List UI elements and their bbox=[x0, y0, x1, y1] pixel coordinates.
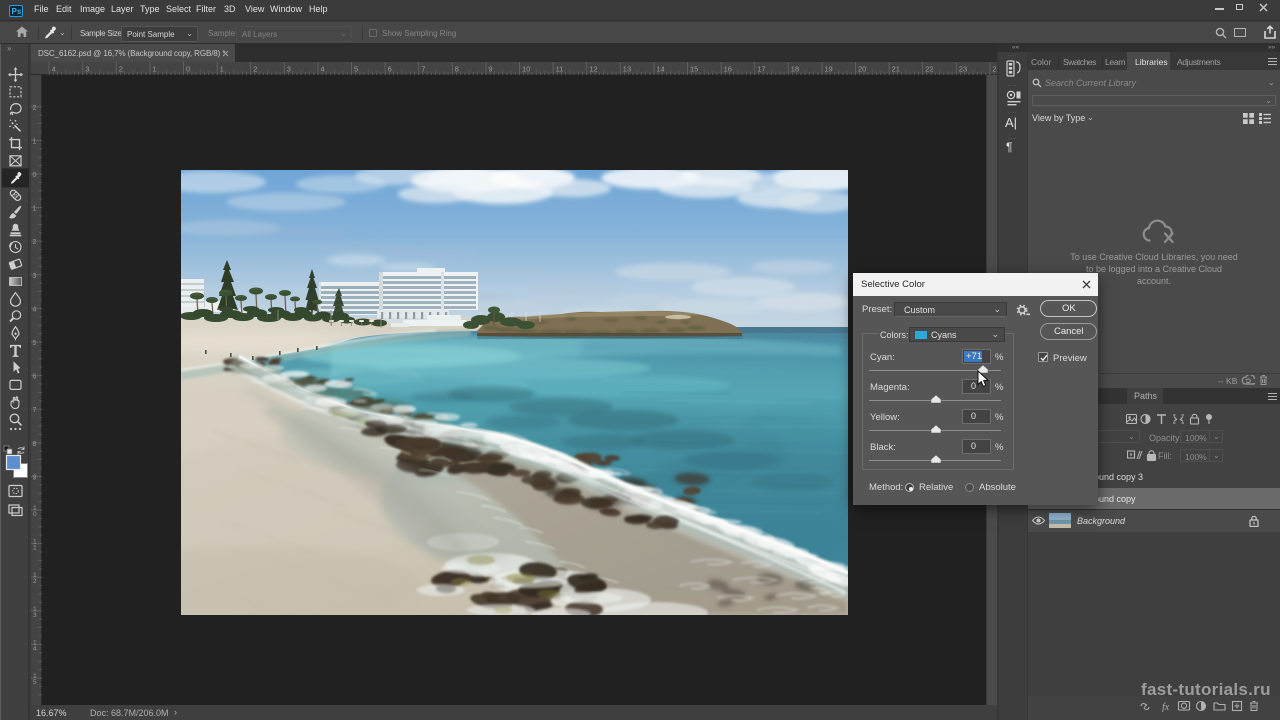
svg-text:2: 2 bbox=[33, 239, 37, 246]
svg-text:1: 1 bbox=[33, 138, 37, 145]
svg-text:0: 0 bbox=[33, 511, 37, 518]
svg-text:4: 4 bbox=[33, 645, 37, 652]
svg-text:fx: fx bbox=[1162, 702, 1170, 712]
svg-text:1: 1 bbox=[33, 545, 37, 552]
svg-text:1: 1 bbox=[33, 206, 37, 213]
svg-text:2: 2 bbox=[33, 105, 37, 112]
svg-text:3: 3 bbox=[33, 273, 37, 280]
svg-text:5: 5 bbox=[33, 340, 37, 347]
svg-text:5: 5 bbox=[33, 679, 37, 686]
svg-text:4: 4 bbox=[33, 306, 37, 313]
svg-text:9: 9 bbox=[33, 474, 37, 481]
svg-text:6: 6 bbox=[33, 374, 37, 381]
svg-text:11: 11 bbox=[556, 65, 564, 74]
svg-text:3: 3 bbox=[33, 612, 37, 619]
svg-text:2: 2 bbox=[33, 578, 37, 585]
svg-text:7: 7 bbox=[33, 407, 37, 414]
svg-text:8: 8 bbox=[33, 441, 37, 448]
svg-text:0: 0 bbox=[33, 172, 37, 179]
